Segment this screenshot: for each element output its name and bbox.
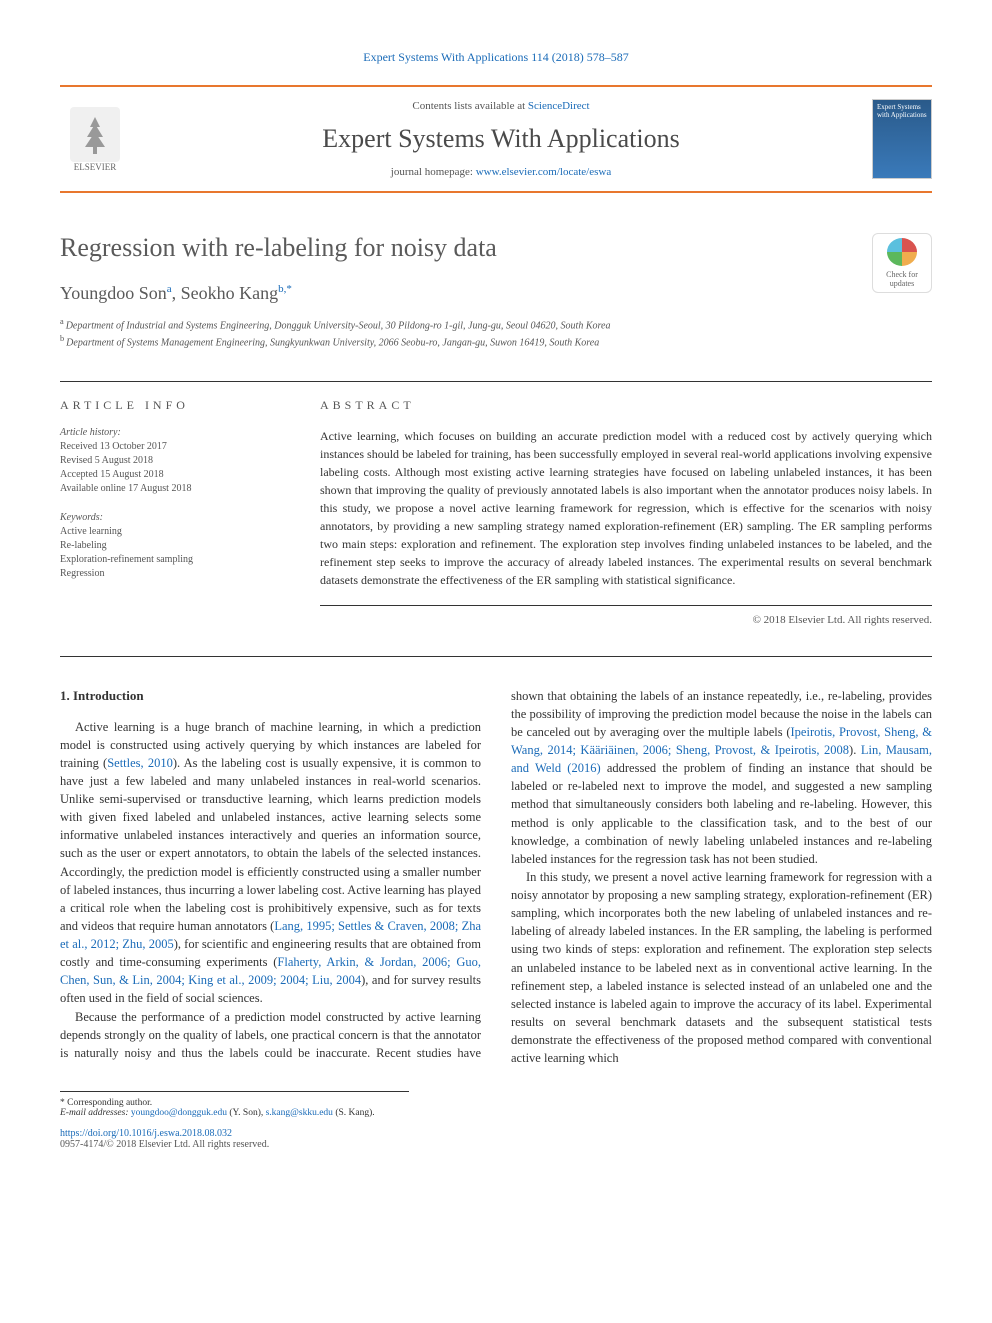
author-name: Seokho Kang [181, 283, 279, 303]
email-label: E-mail addresses: [60, 1108, 131, 1118]
affiliations: aDepartment of Industrial and Systems En… [60, 316, 932, 351]
issn-line: 0957-4174/© 2018 Elsevier Ltd. All right… [60, 1139, 269, 1150]
journal-name: Expert Systems With Applications [150, 124, 852, 154]
info-heading: ARTICLE INFO [60, 398, 280, 413]
publisher-name: ELSEVIER [74, 162, 117, 172]
copyright: © 2018 Elsevier Ltd. All rights reserved… [320, 614, 932, 626]
paragraph: In this study, we present a novel active… [511, 868, 932, 1067]
footer: https://doi.org/10.1016/j.eswa.2018.08.0… [60, 1128, 932, 1150]
abstract-text: Active learning, which focuses on buildi… [320, 427, 932, 589]
crossmark-icon [887, 238, 917, 266]
keyword: Regression [60, 567, 280, 581]
check-updates-badge[interactable]: Check for updates [872, 233, 932, 293]
paragraph: Active learning is a huge branch of mach… [60, 718, 481, 1008]
journal-homepage: journal homepage: www.elsevier.com/locat… [150, 166, 852, 178]
history-label: Article history: [60, 427, 280, 438]
abstract-heading: ABSTRACT [320, 398, 932, 413]
section-title: 1. Introduction [60, 687, 481, 706]
journal-cover-thumb: Expert Systems with Applications [872, 99, 932, 179]
check-updates-label: Check for updates [877, 270, 927, 288]
affiliation-b: Department of Systems Management Enginee… [66, 338, 599, 349]
running-header: Expert Systems With Applications 114 (20… [60, 50, 932, 65]
history-revised: Revised 5 August 2018 [60, 454, 280, 468]
abstract: ABSTRACT Active learning, which focuses … [320, 398, 932, 626]
keyword: Active learning [60, 525, 280, 539]
sciencedirect-link[interactable]: ScienceDirect [528, 100, 590, 112]
history-available: Available online 17 August 2018 [60, 482, 280, 496]
elsevier-tree-icon [70, 107, 120, 162]
keywords-label: Keywords: [60, 512, 280, 523]
contents-line: Contents lists available at ScienceDirec… [150, 100, 852, 112]
publisher-logo: ELSEVIER [60, 99, 130, 179]
keyword: Re-labeling [60, 539, 280, 553]
email-link[interactable]: s.kang@skku.edu [266, 1108, 333, 1118]
journal-banner: ELSEVIER Contents lists available at Sci… [60, 85, 932, 193]
keyword: Exploration-refinement sampling [60, 553, 280, 567]
affiliation-a: Department of Industrial and Systems Eng… [66, 320, 611, 331]
history-received: Received 13 October 2017 [60, 440, 280, 454]
divider [60, 381, 932, 382]
doi-link[interactable]: https://doi.org/10.1016/j.eswa.2018.08.0… [60, 1128, 232, 1139]
corresponding-sup: * [286, 283, 292, 295]
body-text: 1. Introduction Active learning is a hug… [60, 687, 932, 1068]
homepage-link[interactable]: www.elsevier.com/locate/eswa [476, 166, 612, 178]
article-title: Regression with re-labeling for noisy da… [60, 233, 932, 263]
article-info: ARTICLE INFO Article history: Received 1… [60, 398, 280, 626]
history-accepted: Accepted 15 August 2018 [60, 468, 280, 482]
corresponding-note: * Corresponding author. [60, 1098, 409, 1108]
authors: Youngdoo Sona, Seokho Kangb,* [60, 283, 932, 304]
divider [320, 605, 932, 606]
email-link[interactable]: youngdoo@dongguk.edu [131, 1108, 227, 1118]
citation-link[interactable]: Settles, 2010 [107, 756, 173, 770]
author-name: Youngdoo Son [60, 283, 167, 303]
footnotes: * Corresponding author. E-mail addresses… [60, 1091, 409, 1118]
divider [60, 656, 932, 657]
